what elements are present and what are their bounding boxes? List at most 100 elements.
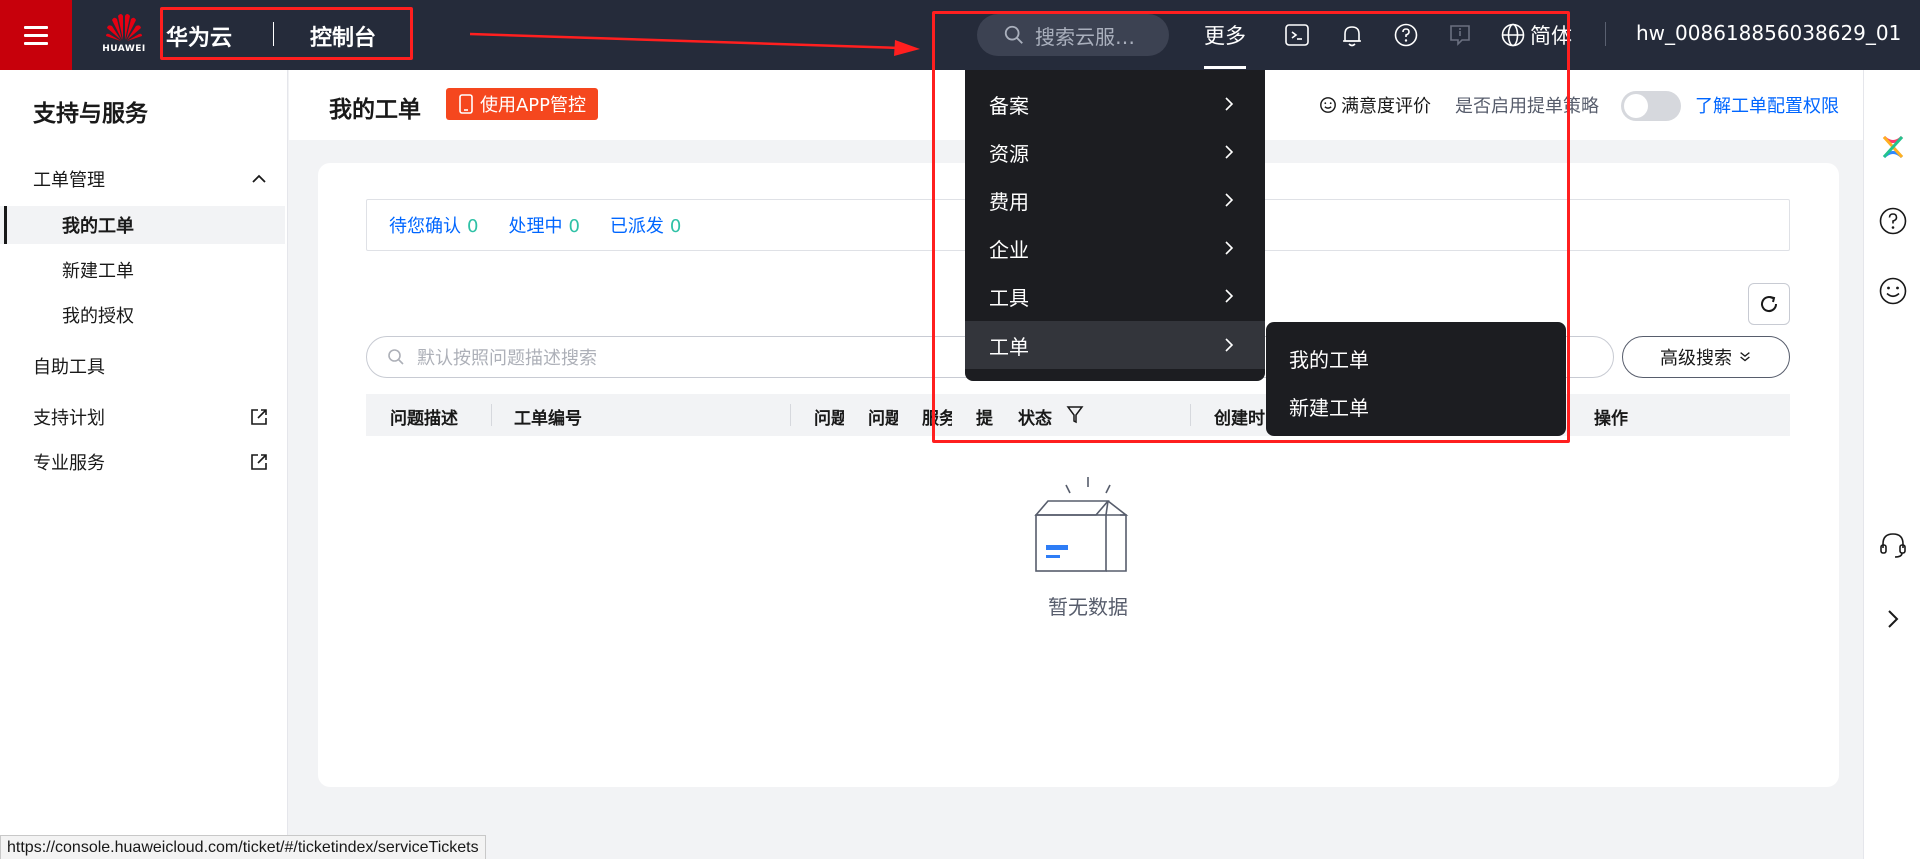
menu-item-label: 备案 — [989, 93, 1029, 118]
filter-icon[interactable] — [1066, 405, 1084, 425]
column-header[interactable]: 问题描述 — [390, 404, 458, 429]
menu-item-enterprise[interactable]: 企业 — [965, 224, 1265, 272]
column-header[interactable]: 状态 — [1018, 404, 1052, 429]
sidebar-item-professional-services[interactable]: 专业服务 — [0, 443, 285, 481]
language-selector[interactable]: 简体 — [1530, 20, 1572, 50]
headset-icon[interactable] — [1878, 530, 1908, 560]
menu-item-label: 工具 — [989, 285, 1029, 310]
sidebar-item-new-ticket[interactable]: 新建工单 — [0, 251, 285, 289]
right-rail — [1863, 70, 1920, 859]
menu-item-resources[interactable]: 资源 — [965, 128, 1265, 176]
status-count: 0 — [669, 216, 682, 237]
menu-item-label: 费用 — [989, 189, 1029, 214]
sidebar-item-label: 工单管理 — [33, 170, 105, 191]
column-header[interactable]: 提 — [976, 404, 993, 429]
refresh-icon — [1761, 296, 1778, 313]
column-header[interactable]: 问题 — [868, 404, 898, 429]
refresh-button[interactable] — [1748, 283, 1790, 325]
ticket-search-placeholder: 默认按照问题描述搜索 — [417, 348, 597, 369]
sidebar-item-my-tickets[interactable]: 我的工单 — [0, 206, 285, 244]
menu-item-label: 企业 — [989, 237, 1029, 262]
column-header[interactable]: 工单编号 — [514, 404, 582, 429]
column-divider — [790, 404, 791, 426]
submenu-item-new-ticket[interactable]: 新建工单 — [1289, 392, 1369, 421]
menu-item-billing[interactable]: 费用 — [965, 176, 1265, 224]
chevron-right-icon — [1225, 145, 1234, 159]
column-header[interactable]: 问题 — [814, 404, 844, 429]
search-icon — [388, 349, 404, 365]
permission-config-link[interactable]: 了解工单配置权限 — [1695, 92, 1839, 118]
column-header[interactable]: 服务 — [922, 404, 952, 429]
advanced-search-button[interactable]: 高级搜索 — [1622, 336, 1790, 378]
status-count: 0 — [467, 216, 479, 237]
chevron-right-icon — [1225, 241, 1234, 255]
empty-state-text: 暂无数据 — [1048, 595, 1128, 619]
satisfaction-rating-button[interactable]: 满意度评价 — [1319, 92, 1431, 118]
assistant-logo-icon[interactable] — [1878, 132, 1908, 162]
column-divider — [1190, 404, 1191, 426]
chevron-up-icon — [252, 174, 266, 183]
tickets-submenu: 我的工单 新建工单 — [1266, 322, 1566, 436]
empty-box-icon — [1034, 477, 1129, 572]
global-search-placeholder: 搜索云服… — [1035, 24, 1135, 49]
menu-item-filing[interactable]: 备案 — [965, 80, 1265, 128]
brand-divider — [273, 22, 274, 46]
smile-icon — [1320, 97, 1336, 113]
sidebar-item-ticket-management[interactable]: 工单管理 — [0, 160, 285, 198]
sidebar-item-label: 我的工单 — [62, 216, 134, 237]
global-search[interactable]: 搜索云服… — [977, 14, 1169, 56]
bell-icon[interactable] — [1338, 21, 1366, 49]
app-control-button[interactable]: 使用APP管控 — [446, 88, 598, 120]
smile-feedback-icon[interactable] — [1878, 276, 1908, 306]
user-account-menu[interactable]: hw_008618856038629_01 — [1636, 21, 1901, 45]
satisfaction-label: 满意度评价 — [1341, 96, 1431, 117]
chevron-right-icon — [1225, 289, 1234, 303]
sidebar-item-label: 支持计划 — [33, 408, 105, 429]
terminal-icon[interactable] — [1283, 21, 1311, 49]
chevron-right-icon — [1225, 97, 1234, 111]
sidebar-item-label: 我的授权 — [62, 306, 134, 327]
chevron-right-icon — [1225, 193, 1234, 207]
external-link-icon — [251, 454, 267, 470]
more-menu[interactable]: 更多 — [1204, 20, 1246, 50]
sidebar-item-label: 专业服务 — [33, 453, 105, 474]
sidebar-item-my-authorization[interactable]: 我的授权 — [0, 296, 285, 334]
more-menu-underline — [1204, 66, 1246, 69]
topbar-divider — [1605, 22, 1606, 46]
sidebar-item-self-service-tools[interactable]: 自助工具 — [0, 347, 285, 385]
enable-policy-toggle[interactable] — [1621, 91, 1681, 121]
mobile-phone-icon — [459, 94, 473, 114]
ticket-table-header: 问题描述 工单编号 问题 问题 服务 提 状态 创建时 操作 — [366, 394, 1790, 436]
chevron-right-icon[interactable] — [1878, 604, 1908, 634]
feedback-icon[interactable] — [1446, 21, 1474, 49]
menu-item-tickets[interactable]: 工单 — [965, 321, 1265, 369]
status-tab-dispatched[interactable]: 已派发 0 — [610, 212, 681, 238]
logo-text: HUAWEI — [102, 44, 146, 54]
column-header[interactable]: 创建时 — [1214, 404, 1265, 429]
help-icon[interactable] — [1878, 206, 1908, 236]
column-divider — [491, 404, 492, 426]
enable-policy-label: 是否启用提单策略 — [1455, 96, 1599, 117]
submenu-item-my-tickets[interactable]: 我的工单 — [1289, 344, 1369, 373]
sidebar-item-support-plan[interactable]: 支持计划 — [0, 398, 285, 436]
menu-icon[interactable] — [0, 0, 72, 70]
console-link[interactable]: 控制台 — [310, 20, 376, 52]
huawei-logo[interactable]: HUAWEI — [100, 10, 148, 60]
menu-item-tools[interactable]: 工具 — [965, 272, 1265, 320]
more-dropdown-menu: 备案 资源 费用 企业 工具 工单 — [965, 70, 1265, 381]
app-control-label: 使用APP管控 — [479, 95, 587, 116]
brand-name[interactable]: 华为云 — [166, 20, 232, 52]
top-bar: HUAWEI 华为云 控制台 搜索云服… 更多 简体 hw_0086188560… — [0, 0, 1920, 70]
status-tab-pending[interactable]: 待您确认 0 — [389, 212, 478, 238]
browser-status-url: https://console.huaweicloud.com/ticket/#… — [0, 835, 486, 859]
sidebar-title: 支持与服务 — [33, 101, 148, 127]
menu-item-label: 工单 — [989, 334, 1029, 359]
globe-icon[interactable] — [1499, 21, 1527, 49]
menu-item-label: 资源 — [989, 141, 1029, 166]
chevron-right-icon — [1225, 338, 1234, 352]
status-count: 0 — [568, 216, 580, 237]
help-icon[interactable] — [1392, 21, 1420, 49]
page-title: 我的工单 — [329, 97, 421, 123]
huawei-flower-icon — [106, 14, 142, 41]
status-tab-processing[interactable]: 处理中 0 — [508, 212, 579, 238]
